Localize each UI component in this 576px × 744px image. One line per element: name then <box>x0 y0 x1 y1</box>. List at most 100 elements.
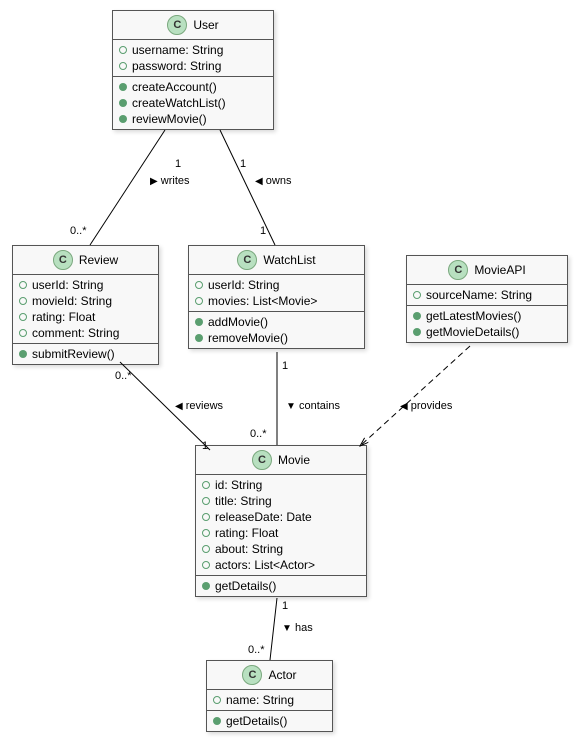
visibility-icon <box>119 115 127 123</box>
methods-section: submitReview() <box>13 344 158 364</box>
attr-text: sourceName: String <box>426 288 532 302</box>
arrow-icon: ▶ <box>150 176 158 187</box>
rel-label: contains <box>299 400 340 412</box>
visibility-icon <box>202 545 210 553</box>
class-icon: C <box>237 250 257 270</box>
visibility-icon <box>195 297 203 305</box>
mult-writes-review: 0..* <box>70 225 87 237</box>
mult-has-movie: 1 <box>282 600 288 612</box>
attr: title: String <box>202 493 360 509</box>
attr-text: title: String <box>215 494 272 508</box>
attr: username: String <box>119 42 267 58</box>
visibility-icon <box>119 46 127 54</box>
attr: comment: String <box>19 325 152 341</box>
visibility-icon <box>195 281 203 289</box>
method-text: getMovieDetails() <box>426 325 519 339</box>
class-actor: C Actor name: String getDetails() <box>206 660 333 732</box>
attr: movies: List<Movie> <box>195 293 358 309</box>
rel-writes: ▶ writes <box>150 175 190 187</box>
arrow-icon: ▼ <box>286 401 296 412</box>
class-movie: C Movie id: String title: String release… <box>195 445 367 597</box>
arrow-icon: ▼ <box>282 623 292 634</box>
rel-label: writes <box>161 175 190 187</box>
rel-has: ▼ has <box>282 622 313 634</box>
attr-text: username: String <box>132 43 223 57</box>
class-name: MovieAPI <box>474 263 525 277</box>
class-review: C Review userId: String movieId: String … <box>12 245 159 365</box>
arrow-icon: ◀ <box>255 176 263 187</box>
method: getDetails() <box>202 578 360 594</box>
attr-text: actors: List<Actor> <box>215 558 315 572</box>
mult-writes-user: 1 <box>175 158 181 170</box>
rel-label: has <box>295 622 313 634</box>
rel-label: owns <box>266 175 292 187</box>
method-text: getDetails() <box>226 714 287 728</box>
attr: actors: List<Actor> <box>202 557 360 573</box>
attr: rating: Float <box>202 525 360 541</box>
class-user: C User username: String password: String… <box>112 10 274 130</box>
class-title-row: C WatchList <box>189 246 364 275</box>
visibility-icon <box>19 313 27 321</box>
attr: password: String <box>119 58 267 74</box>
method: getDetails() <box>213 713 326 729</box>
visibility-icon <box>202 561 210 569</box>
methods-section: getLatestMovies() getMovieDetails() <box>407 306 567 342</box>
visibility-icon <box>202 582 210 590</box>
rel-reviews: ◀ reviews <box>175 400 223 412</box>
attrs-section: name: String <box>207 690 332 711</box>
attrs-section: userId: String movies: List<Movie> <box>189 275 364 312</box>
visibility-icon <box>413 328 421 336</box>
class-name: Review <box>79 253 118 267</box>
attr-text: userId: String <box>208 278 279 292</box>
visibility-icon <box>19 297 27 305</box>
class-name: Actor <box>268 668 296 682</box>
visibility-icon <box>202 497 210 505</box>
attrs-section: sourceName: String <box>407 285 567 306</box>
attr-text: rating: Float <box>215 526 278 540</box>
mult-contains-watchlist: 1 <box>282 360 288 372</box>
method-text: submitReview() <box>32 347 115 361</box>
methods-section: getDetails() <box>207 711 332 731</box>
class-icon: C <box>167 15 187 35</box>
method: createWatchList() <box>119 95 267 111</box>
attr: userId: String <box>19 277 152 293</box>
attrs-section: id: String title: String releaseDate: Da… <box>196 475 366 576</box>
attr-text: comment: String <box>32 326 119 340</box>
arrow-icon: ◀ <box>175 401 183 412</box>
mult-owns-user: 1 <box>240 158 246 170</box>
method-text: getDetails() <box>215 579 276 593</box>
visibility-icon <box>202 513 210 521</box>
attr-text: movies: List<Movie> <box>208 294 317 308</box>
attr-text: userId: String <box>32 278 103 292</box>
method: getLatestMovies() <box>413 308 561 324</box>
method-text: createWatchList() <box>132 96 226 110</box>
visibility-icon <box>413 312 421 320</box>
attr-text: name: String <box>226 693 294 707</box>
visibility-icon <box>202 481 210 489</box>
class-icon: C <box>242 665 262 685</box>
attr-text: movieId: String <box>32 294 112 308</box>
method: submitReview() <box>19 346 152 362</box>
class-title-row: C User <box>113 11 273 40</box>
attr-text: rating: Float <box>32 310 95 324</box>
rel-contains: ▼ contains <box>286 400 340 412</box>
method-text: addMovie() <box>208 315 268 329</box>
class-name: User <box>193 18 218 32</box>
attr: name: String <box>213 692 326 708</box>
attr-text: about: String <box>215 542 283 556</box>
visibility-icon <box>119 62 127 70</box>
attr: movieId: String <box>19 293 152 309</box>
rel-label: reviews <box>186 400 223 412</box>
mult-has-actor: 0..* <box>248 644 265 656</box>
attr: rating: Float <box>19 309 152 325</box>
method: createAccount() <box>119 79 267 95</box>
class-movieapi: C MovieAPI sourceName: String getLatestM… <box>406 255 568 343</box>
visibility-icon <box>119 83 127 91</box>
visibility-icon <box>195 318 203 326</box>
rel-owns: ◀ owns <box>255 175 291 187</box>
rel-provides: ◀ provides <box>400 400 452 412</box>
mult-contains-movie: 0..* <box>250 428 267 440</box>
visibility-icon <box>119 99 127 107</box>
attr-text: password: String <box>132 59 221 73</box>
class-title-row: C Movie <box>196 446 366 475</box>
